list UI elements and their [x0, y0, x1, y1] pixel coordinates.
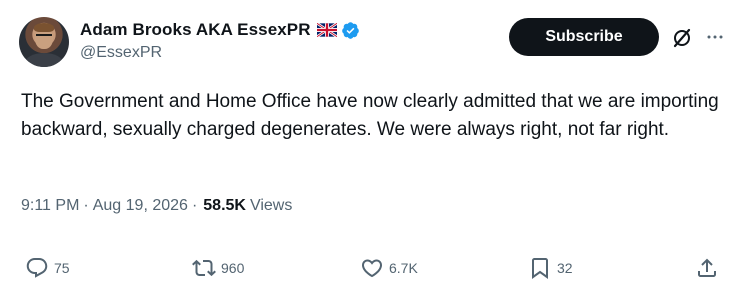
- meta-separator-2: ·: [191, 197, 198, 214]
- action-bar: 75 960 6.7K 32: [0, 256, 749, 286]
- author-name-row: Adam Brooks AKA EssexPR: [80, 18, 360, 42]
- retweet-icon: [192, 259, 216, 277]
- avatar-hair: [34, 23, 54, 32]
- avatar-glasses: [36, 34, 52, 40]
- like-count: 6.7K: [389, 260, 418, 276]
- grok-icon[interactable]: [670, 26, 694, 50]
- author-header: Adam Brooks AKA EssexPR @EssexPR: [80, 18, 360, 62]
- bookmark-button[interactable]: 32: [528, 256, 573, 280]
- retweet-count: 960: [221, 260, 245, 276]
- views-count[interactable]: 58.5K: [203, 197, 246, 215]
- tweet-meta: 9:11 PM · Aug 19, 2026 · 58.5K Views: [21, 197, 292, 215]
- tweet-time[interactable]: 9:11 PM: [21, 197, 79, 215]
- subscribe-button[interactable]: Subscribe: [509, 18, 659, 56]
- uk-flag-icon: [316, 23, 337, 37]
- bookmark-count: 32: [557, 260, 573, 276]
- tweet-text: The Government and Home Office have now …: [21, 91, 719, 140]
- verified-badge-icon[interactable]: [341, 21, 360, 40]
- avatar[interactable]: [19, 17, 69, 67]
- author-handle[interactable]: @EssexPR: [80, 44, 360, 62]
- bookmark-icon: [532, 258, 548, 279]
- like-button[interactable]: 6.7K: [360, 256, 418, 280]
- views-label: Views: [249, 197, 293, 214]
- share-button[interactable]: [695, 256, 719, 280]
- more-icon[interactable]: [706, 28, 724, 46]
- retweet-button[interactable]: 960: [192, 256, 244, 280]
- author-name[interactable]: Adam Brooks AKA EssexPR: [80, 20, 311, 40]
- tweet-date[interactable]: Aug 19, 2026: [93, 197, 188, 215]
- reply-icon: [26, 258, 48, 278]
- like-icon: [361, 259, 383, 278]
- avatar-shoulder: [25, 53, 63, 67]
- reply-button[interactable]: 75: [25, 256, 70, 280]
- meta-separator: ·: [83, 197, 89, 214]
- share-icon: [698, 258, 716, 277]
- reply-count: 75: [54, 260, 70, 276]
- tweet-card: Adam Brooks AKA EssexPR @EssexPR Subscri…: [0, 0, 749, 303]
